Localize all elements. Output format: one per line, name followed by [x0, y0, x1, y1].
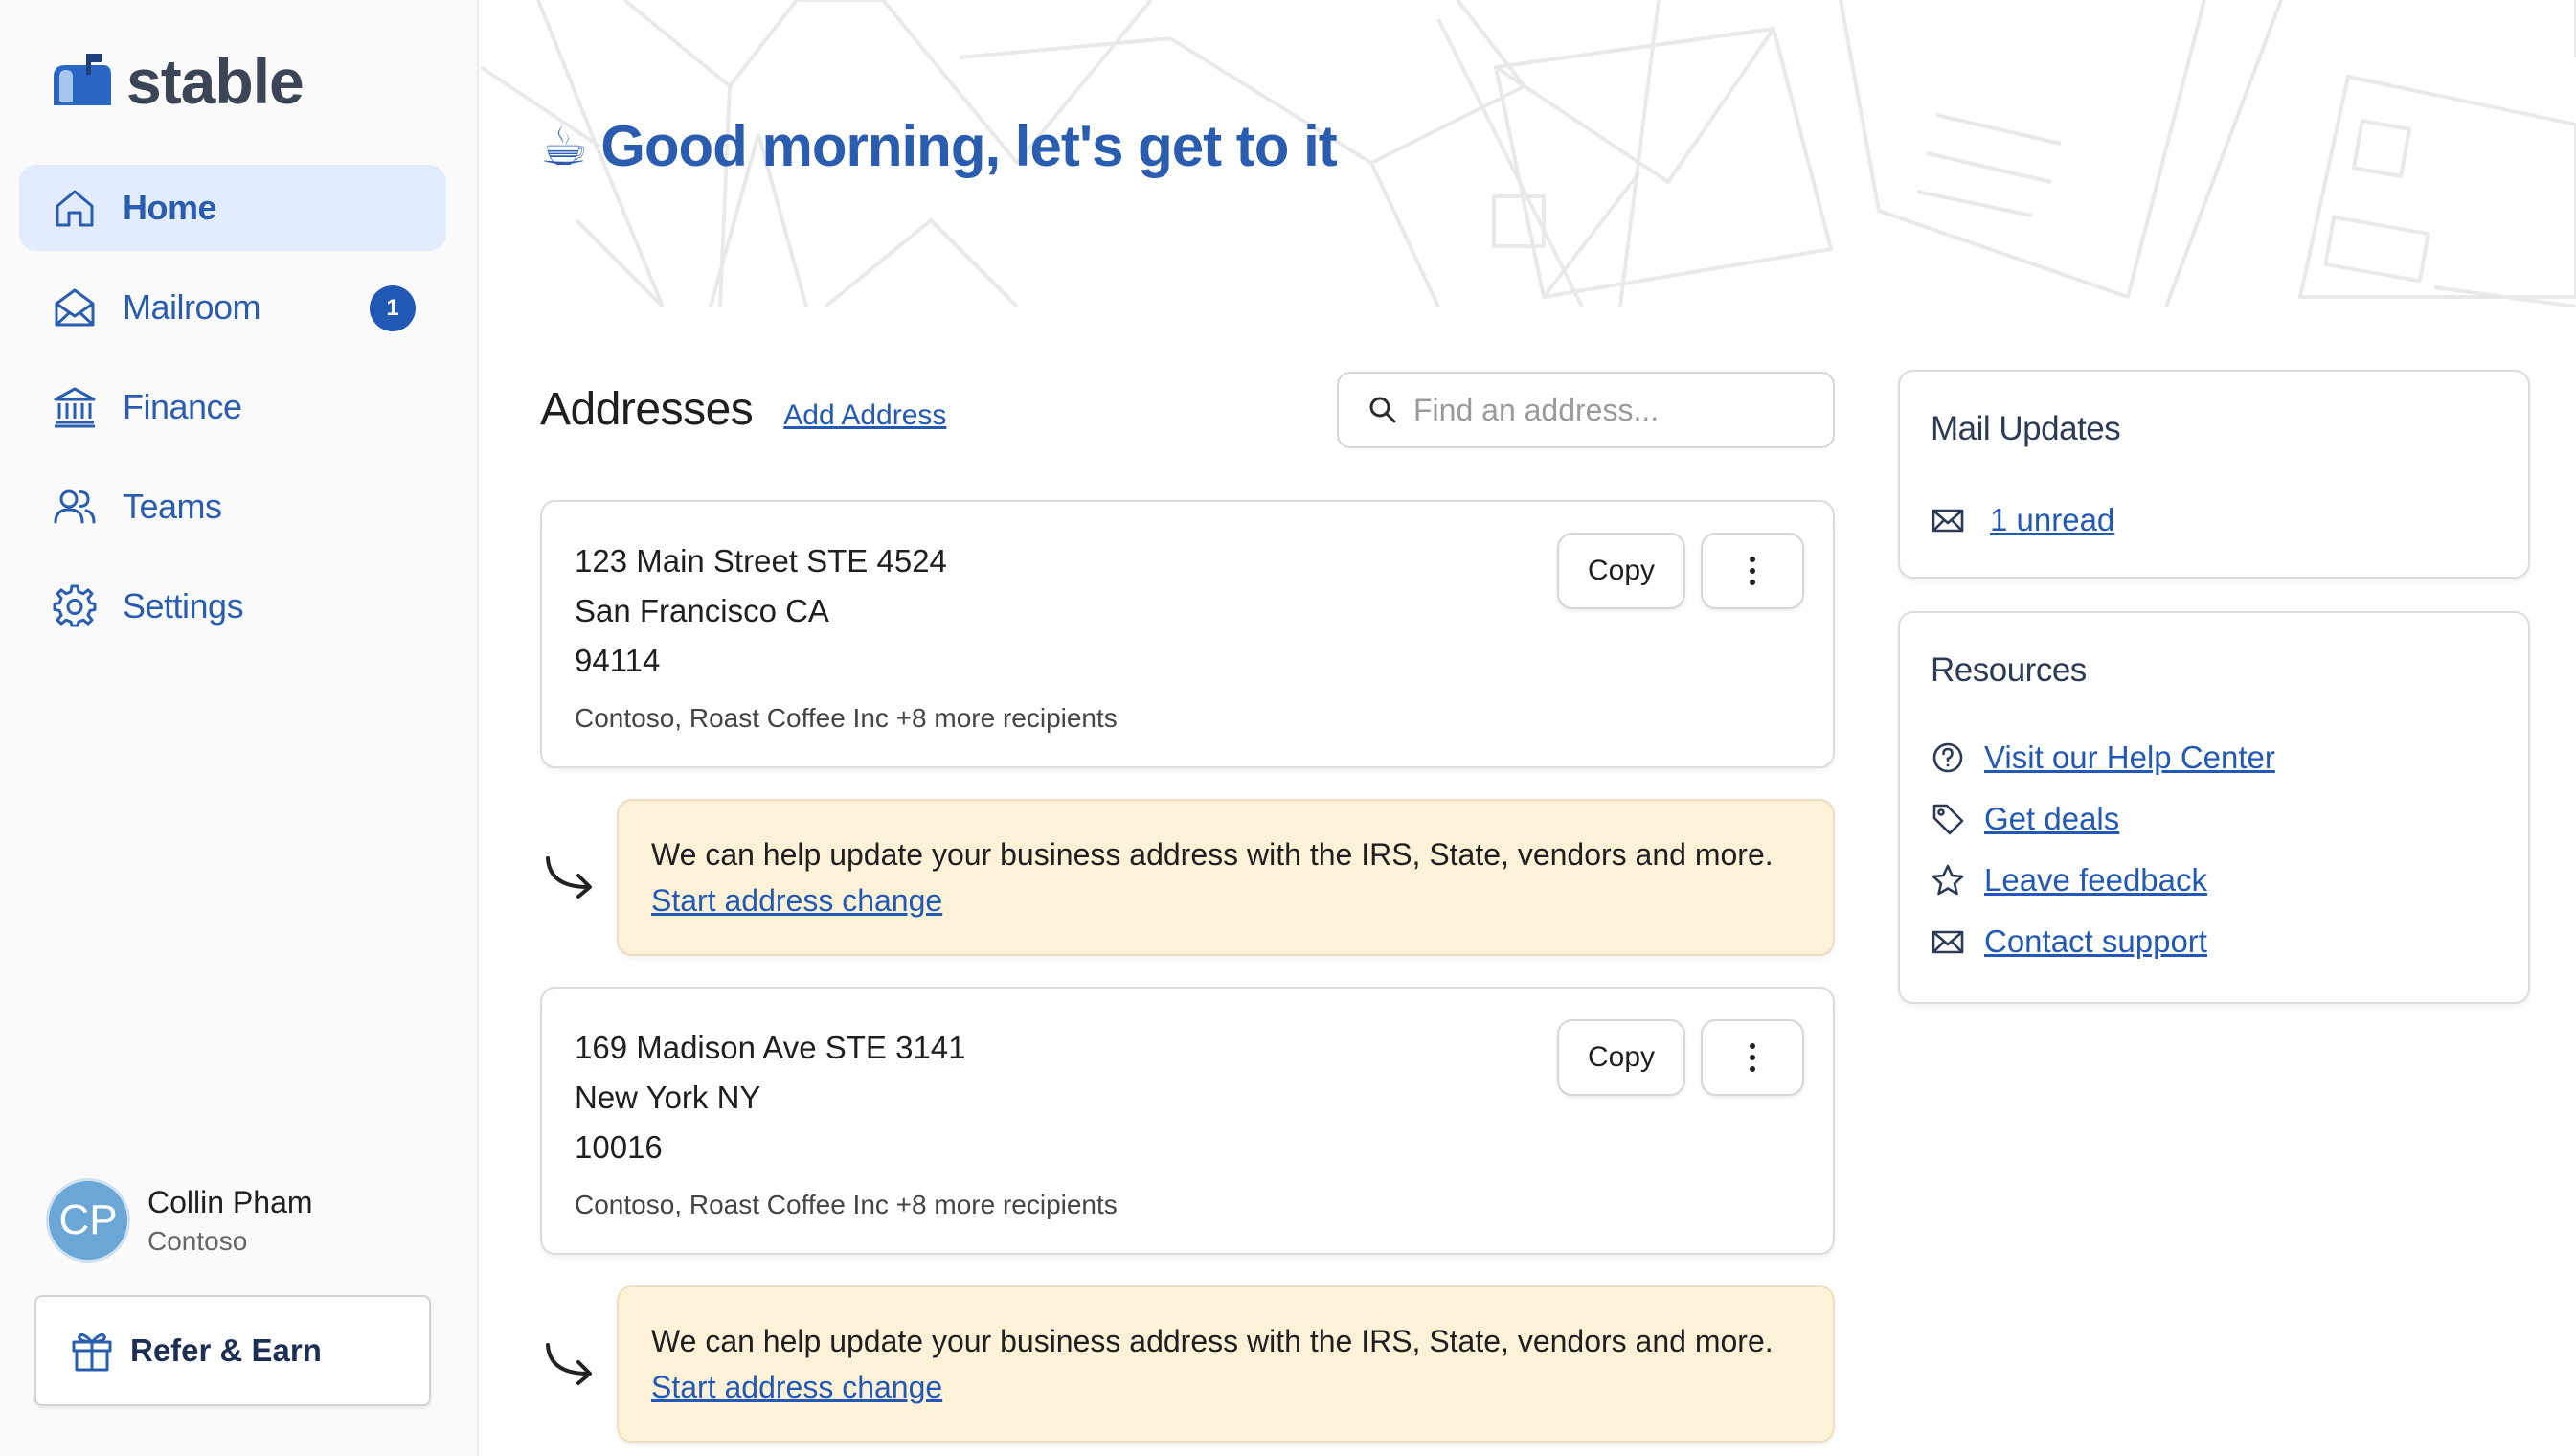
user-org: Contoso — [147, 1225, 248, 1256]
address-recipients: Contoso, Roast Coffee Inc +8 more recipi… — [575, 703, 1118, 733]
unread-mail-link[interactable]: 1 unread — [1990, 502, 2114, 538]
home-icon — [56, 190, 94, 227]
more-vertical-icon — [1750, 1043, 1755, 1072]
nav-item-teams[interactable]: Teams — [19, 464, 446, 550]
refer-earn-button[interactable]: Refer & Earn — [34, 1295, 431, 1406]
nav-item-home[interactable]: Home — [19, 165, 446, 251]
search-input[interactable] — [1413, 392, 1816, 428]
gift-icon — [72, 1333, 112, 1372]
address-search[interactable] — [1337, 372, 1835, 448]
nav-label-finance: Finance — [123, 387, 242, 426]
start-address-change-link[interactable]: Start address change — [651, 883, 942, 919]
envelope-open-icon — [55, 288, 95, 327]
contact-support-link[interactable]: Contact support — [1984, 923, 2207, 960]
brand-logo[interactable]: stable — [50, 46, 305, 117]
coffee-cup-icon: ☕ — [540, 115, 588, 176]
address-line-2: San Francisco CA — [575, 593, 829, 628]
avatar: CP — [46, 1178, 130, 1263]
mail-updates-panel: Mail Updates 1 unread — [1898, 370, 2530, 579]
unread-row: 1 unread — [1931, 502, 2114, 538]
address-line-1: 169 Madison Ave STE 3141 — [575, 1030, 966, 1065]
tag-icon — [1932, 804, 1964, 835]
add-address-link[interactable]: Add Address — [783, 399, 946, 432]
user-profile[interactable]: CP Collin Pham Contoso — [46, 1178, 313, 1263]
main-nav: Home Mailroom 1 Finance Teams Settings — [19, 165, 446, 663]
sidebar: stable Home Mailroom 1 Finance Teams Set… — [0, 0, 479, 1456]
copy-address-button[interactable]: Copy — [1557, 1019, 1685, 1096]
mailbox-logo-icon — [54, 54, 111, 105]
notice-text: We can help update your business address… — [651, 837, 1774, 872]
get-deals-link[interactable]: Get deals — [1984, 801, 2119, 837]
address-line-2: New York NY — [575, 1080, 761, 1115]
brand-name: stable — [126, 46, 305, 117]
search-icon — [1369, 397, 1396, 423]
address-recipients: Contoso, Roast Coffee Inc +8 more recipi… — [575, 1190, 1118, 1219]
greeting-text: Good morning, let's get to it — [600, 114, 1338, 178]
address-card: 169 Madison Ave STE 3141 New York NY 100… — [540, 987, 1835, 1255]
nav-label-teams: Teams — [123, 487, 222, 526]
bank-icon — [54, 387, 96, 428]
resource-item-deals[interactable]: Get deals — [1931, 801, 2119, 837]
users-icon — [54, 489, 96, 524]
nav-label-mailroom: Mailroom — [123, 287, 261, 327]
resources-title: Resources — [1931, 651, 2087, 689]
copy-address-button[interactable]: Copy — [1557, 533, 1685, 609]
mailroom-badge: 1 — [370, 285, 416, 331]
nav-item-mailroom[interactable]: Mailroom 1 — [19, 264, 446, 351]
address-more-button[interactable] — [1701, 1019, 1804, 1096]
start-address-change-link[interactable]: Start address change — [651, 1370, 942, 1405]
refer-earn-label: Refer & Earn — [130, 1332, 322, 1368]
more-vertical-icon — [1750, 557, 1755, 585]
resources-panel: Resources Visit our Help Center Get deal… — [1898, 611, 2530, 1004]
curved-arrow-icon — [546, 856, 592, 899]
star-icon — [1932, 864, 1964, 896]
address-line-3: 94114 — [575, 643, 661, 678]
address-line-3: 10016 — [575, 1129, 663, 1165]
mail-icon — [1932, 509, 1964, 533]
mail-icon — [1932, 930, 1964, 954]
leave-feedback-link[interactable]: Leave feedback — [1984, 862, 2207, 899]
gear-icon — [53, 584, 97, 627]
user-name: Collin Pham — [147, 1184, 313, 1219]
hero-banner: ☕ Good morning, let's get to it — [481, 0, 2576, 307]
page-title: ☕ Good morning, let's get to it — [540, 113, 1338, 179]
resource-item-help[interactable]: Visit our Help Center — [1931, 739, 2275, 776]
help-circle-icon — [1932, 742, 1963, 773]
nav-label-settings: Settings — [123, 586, 244, 626]
address-more-button[interactable] — [1701, 533, 1804, 609]
address-line-1: 123 Main Street STE 4524 — [575, 543, 947, 579]
nav-item-finance[interactable]: Finance — [19, 364, 446, 450]
nav-item-settings[interactable]: Settings — [19, 563, 446, 649]
address-card: 123 Main Street STE 4524 San Francisco C… — [540, 500, 1835, 768]
curved-arrow-icon — [546, 1343, 592, 1385]
resource-item-support[interactable]: Contact support — [1931, 923, 2207, 960]
mail-updates-title: Mail Updates — [1931, 410, 2121, 447]
notice-text: We can help update your business address… — [651, 1324, 1774, 1358]
help-center-link[interactable]: Visit our Help Center — [1984, 739, 2275, 776]
resource-item-feedback[interactable]: Leave feedback — [1931, 862, 2207, 899]
address-change-notice: We can help update your business address… — [617, 1285, 1835, 1443]
addresses-header: Addresses Add Address — [540, 383, 946, 436]
nav-label-home: Home — [123, 188, 217, 227]
address-change-notice: We can help update your business address… — [617, 799, 1835, 956]
addresses-title: Addresses — [540, 384, 754, 435]
